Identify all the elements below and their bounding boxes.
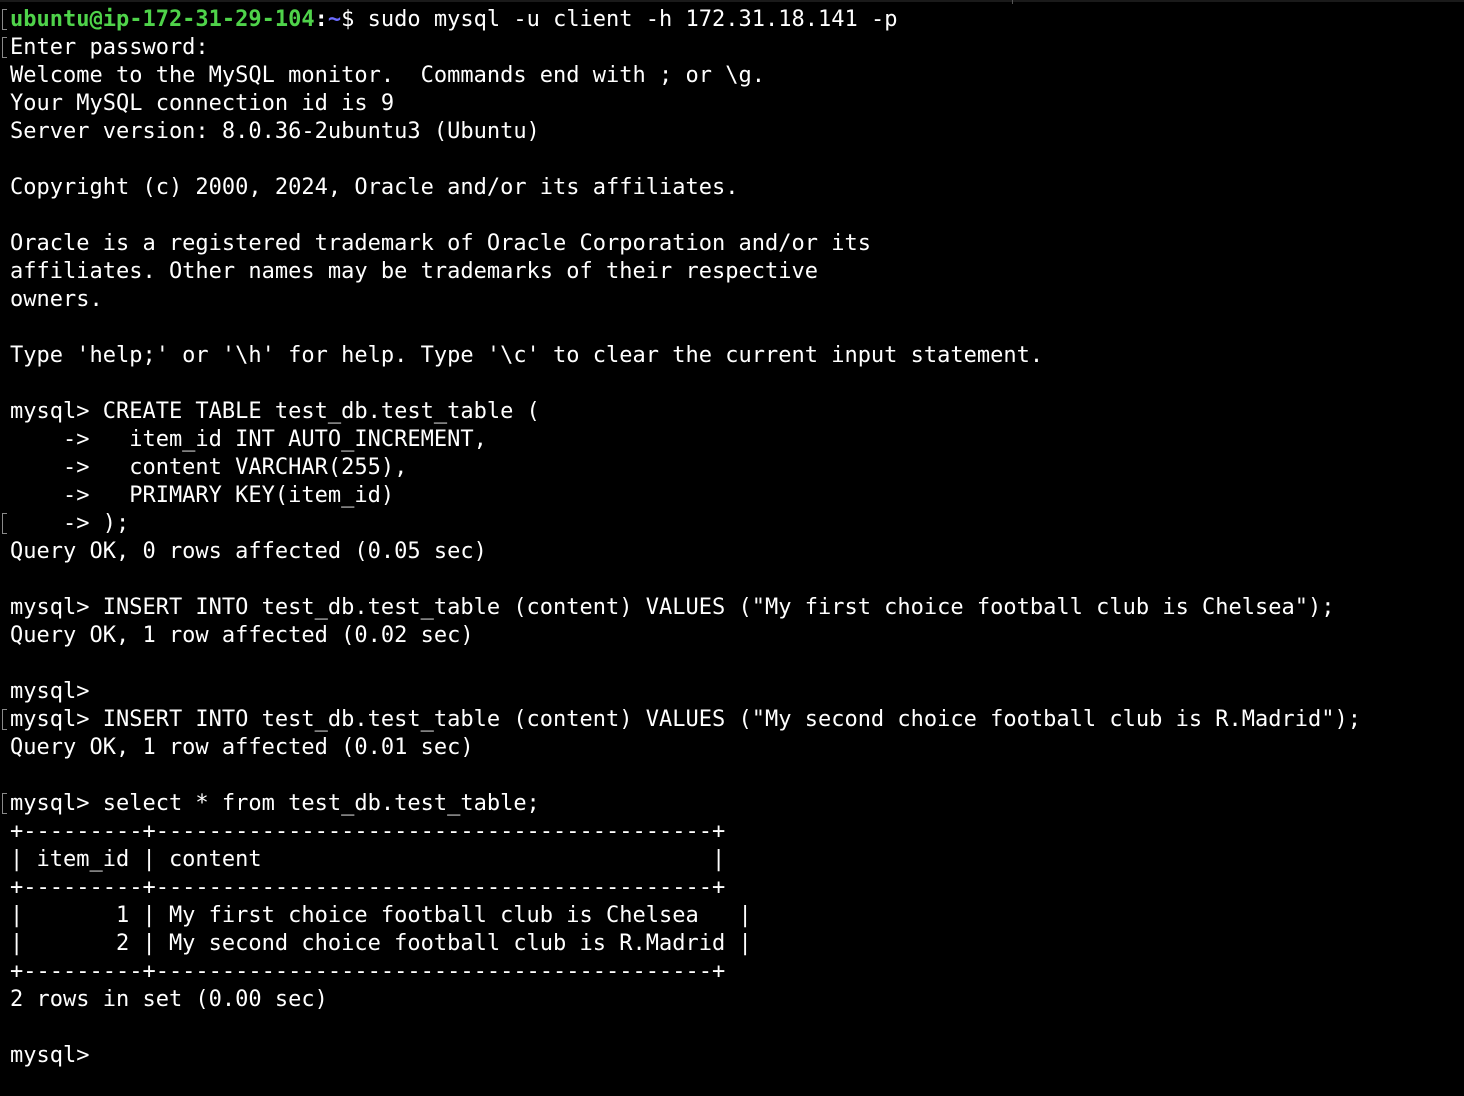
- query-result-line: Query OK, 1 row affected (0.02 sec): [10, 623, 474, 648]
- mysql-continuation-line: -> content VARCHAR(255),: [10, 455, 408, 480]
- line-mark: [2, 9, 7, 30]
- query-result-line: 2 rows in set (0.00 sec): [10, 987, 328, 1012]
- output-line-blank: [10, 566, 1464, 594]
- result-table-border: +---------+-----------------------------…: [10, 875, 726, 900]
- output-line-blank: [10, 146, 1464, 174]
- output-line-trademark-3: owners.: [10, 287, 103, 312]
- pane-divider-mark: [1012, 0, 1013, 4]
- prompt-command: sudo mysql -u client -h 172.31.18.141 -p: [354, 7, 898, 32]
- prompt-path: ~: [327, 7, 342, 32]
- output-line-blank: [10, 202, 1464, 230]
- output-line-trademark-1: Oracle is a registered trademark of Orac…: [10, 231, 871, 256]
- prompt-symbol: $: [341, 7, 355, 32]
- output-line-blank: [10, 314, 1464, 342]
- mysql-continuation-line: -> PRIMARY KEY(item_id): [10, 483, 395, 508]
- prompt-user-host: ubuntu@ip-172-31-29-104: [10, 7, 315, 32]
- line-text: Enter password:: [10, 35, 209, 60]
- query-result-line: Query OK, 1 row affected (0.01 sec): [10, 735, 474, 760]
- mysql-empty-prompt-line: mysql>: [10, 679, 90, 704]
- mysql-select-line: mysql> select * from test_db.test_table;: [2, 790, 1464, 818]
- output-line-help: Type 'help;' or '\h' for help. Type '\c'…: [10, 343, 1044, 368]
- mysql-insert-line: mysql> INSERT INTO test_db.test_table (c…: [10, 595, 1335, 620]
- output-line-welcome: Welcome to the MySQL monitor. Commands e…: [10, 63, 765, 88]
- result-table-border: +---------+-----------------------------…: [10, 959, 726, 984]
- line-mark: [2, 37, 7, 58]
- output-line-copyright: Copyright (c) 2000, 2024, Oracle and/or …: [10, 175, 739, 200]
- output-line-blank: [10, 650, 1464, 678]
- result-table-row: | 1 | My first choice football club is C…: [10, 903, 752, 928]
- output-line-trademark-2: affiliates. Other names may be trademark…: [10, 259, 818, 284]
- line-mark: [2, 793, 7, 814]
- line-mark: [2, 709, 7, 730]
- output-line-blank: [10, 370, 1464, 398]
- mysql-create-table-line: mysql> CREATE TABLE test_db.test_table (: [10, 399, 540, 424]
- result-table-header: | item_id | content |: [10, 847, 726, 872]
- query-result-line: Query OK, 0 rows affected (0.05 sec): [10, 539, 487, 564]
- line-text: mysql> INSERT INTO test_db.test_table (c…: [10, 707, 1362, 732]
- line-mark: [2, 513, 7, 534]
- mysql-current-prompt[interactable]: mysql>: [10, 1042, 1464, 1070]
- mysql-insert-line: mysql> INSERT INTO test_db.test_table (c…: [2, 706, 1464, 734]
- output-line-blank: [10, 762, 1464, 790]
- prompt-separator: :: [314, 7, 328, 32]
- mysql-continuation-line: -> );: [2, 510, 1464, 538]
- output-line-server-version: Server version: 8.0.36-2ubuntu3 (Ubuntu): [10, 119, 540, 144]
- shell-prompt-line: ubuntu@ip-172-31-29-104:~$ sudo mysql -u…: [2, 6, 1464, 34]
- output-line-connection-id: Your MySQL connection id is 9: [10, 91, 395, 116]
- output-line-blank: [10, 1014, 1464, 1042]
- result-table-border: +---------+-----------------------------…: [10, 819, 726, 844]
- terminal-window[interactable]: ubuntu@ip-172-31-29-104:~$ sudo mysql -u…: [0, 0, 1464, 1096]
- window-top-border: [0, 0, 1464, 2]
- mysql-continuation-line: -> item_id INT AUTO_INCREMENT,: [10, 427, 487, 452]
- output-line-password: Enter password:: [2, 34, 1464, 62]
- result-table-row: | 2 | My second choice football club is …: [10, 931, 752, 956]
- line-text: mysql> select * from test_db.test_table;: [10, 791, 540, 816]
- line-text: -> );: [10, 511, 130, 536]
